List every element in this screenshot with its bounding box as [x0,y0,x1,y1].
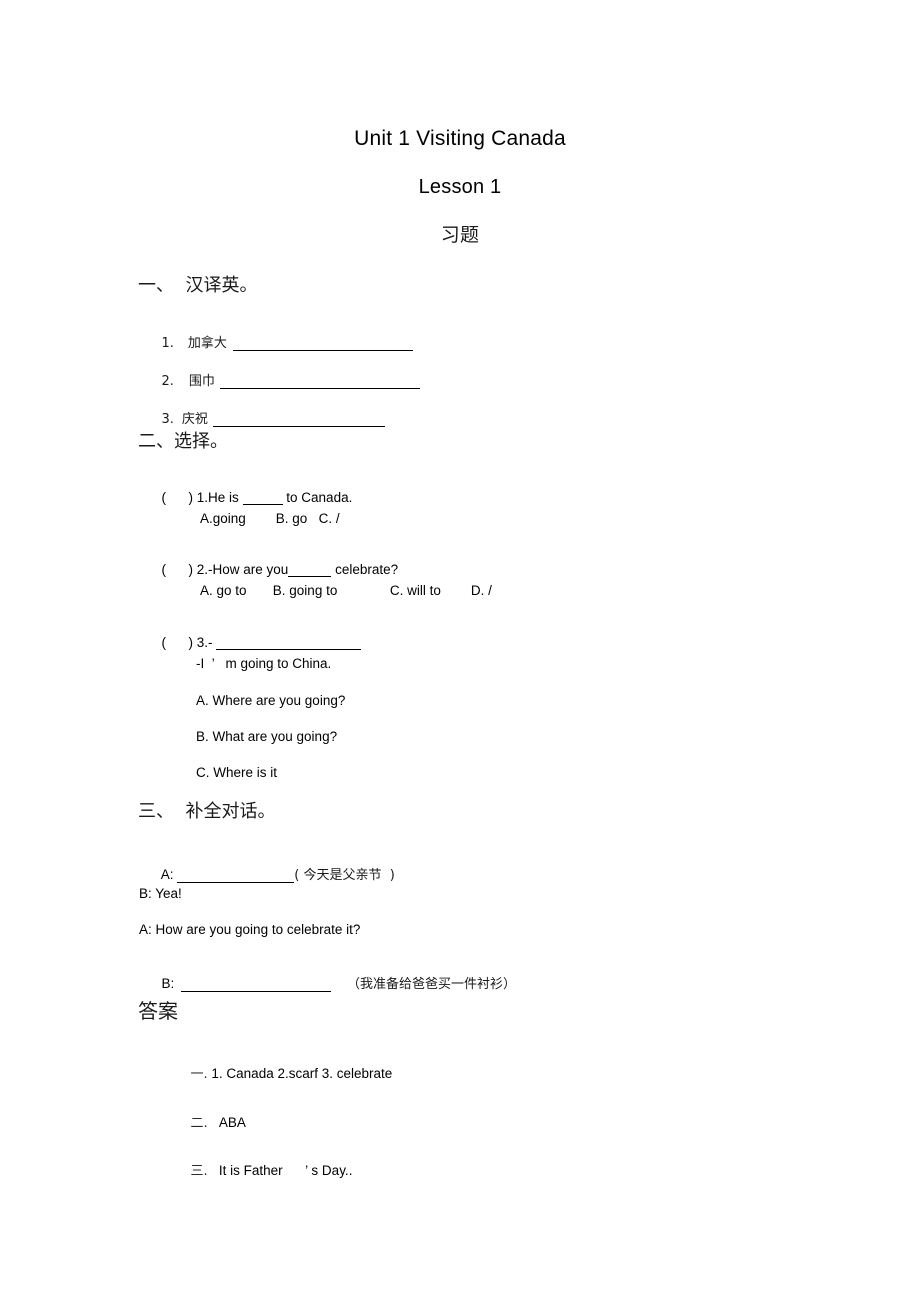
dialogue-line-b1: B: Yea! [139,886,182,901]
speaker-label: A: [160,867,178,882]
answer-text: It is Father ’ s Day.. [207,1163,353,1178]
question-marker: ( ) 1.He is [161,490,243,505]
answer-text: ABA [207,1115,246,1130]
question-3-prompt: -I ’ m going to China. [196,656,332,671]
item-term: 加拿大 [187,336,227,351]
dialogue-line-a2: A: How are you going to celebrate it? [139,922,361,937]
item-number: 1. [161,336,174,351]
answer-item-one: 一. 1. Canada 2.scarf 3. celebrate [168,1048,393,1097]
worksheet-page: Unit 1 Visiting Canada Lesson 1 习题 一、 汉译… [0,0,920,1303]
answer-blank[interactable] [219,376,420,389]
question-tail: celebrate? [331,562,399,577]
item-term: 围巾 [188,374,215,389]
section-three-heading: 三、 补全对话。 [138,801,276,822]
question-tail: to Canada. [282,490,353,505]
answer-item-three: 三. It is Father ’ s Day.. [168,1145,353,1194]
question-marker: ( ) 3.- [161,635,217,650]
item-number: 2. [161,374,174,389]
question-2-options[interactable]: A. go to B. going to C. will to D. / [200,583,492,598]
answer-item-two: 二. ABA [168,1097,246,1146]
question-3-choice-c[interactable]: C. Where is it [196,765,277,780]
question-3-choice-b[interactable]: B. What are you going? [196,729,337,744]
answer-blank[interactable] [242,492,283,505]
answer-blank[interactable] [288,564,332,577]
section-two-heading: 二、选择。 [138,431,228,452]
answer-key-heading: 答案 [138,999,178,1023]
answer-text: 1. Canada 2.scarf 3. celebrate [207,1066,393,1081]
answer-blank[interactable] [232,338,413,351]
answer-blank[interactable] [181,979,332,992]
dialogue-note: （我准备给爸爸买一件衬衫） [347,977,517,992]
question-3-choice-a[interactable]: A. Where are you going? [196,693,345,708]
item-term: 庆祝 [181,412,208,427]
answer-number: 二. [190,1116,208,1131]
section-one-heading: 一、 汉译英。 [138,275,258,296]
item-number: 3. [161,412,174,427]
answer-blank[interactable] [177,870,295,883]
question-marker: ( ) 2.-How are you [161,562,289,577]
exercises-label: 习题 [440,224,480,246]
answer-blank[interactable] [216,637,362,650]
question-1-options[interactable]: A.going B. go C. / [200,511,340,526]
dialogue-line-b2: B: （我准备给爸爸买一件衬衫） [139,958,516,1007]
speaker-label: B: [161,976,179,991]
answer-number: 一. [190,1067,208,1082]
lesson-subtitle: Lesson 1 [418,176,502,198]
answer-blank[interactable] [212,414,385,427]
page-title: Unit 1 Visiting Canada [354,127,566,150]
answer-number: 三. [190,1164,208,1179]
dialogue-note: ( 今天是父亲节 ) [294,868,395,883]
